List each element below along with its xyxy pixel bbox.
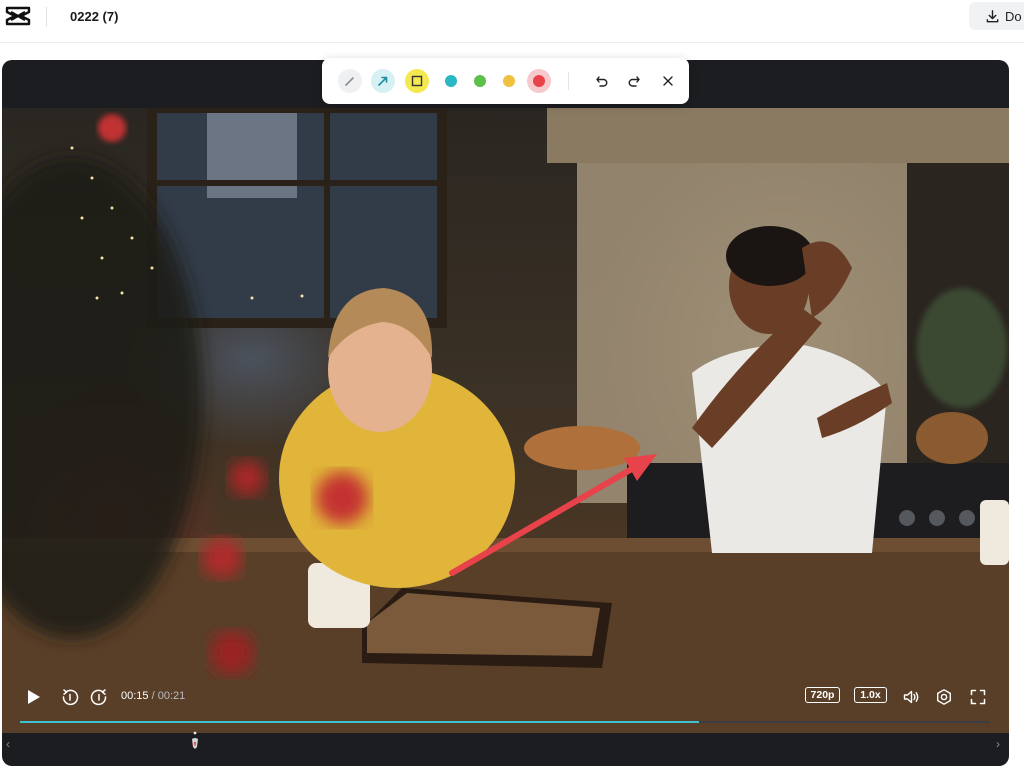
undo-icon <box>596 76 608 87</box>
fullscreen-button[interactable] <box>968 687 988 707</box>
annotation-toolbar <box>322 58 689 104</box>
redo-button[interactable] <box>622 69 646 93</box>
video-player <box>2 60 1009 766</box>
color-swatch-teal[interactable] <box>445 75 457 87</box>
undo-button[interactable] <box>590 69 614 93</box>
rectangle-tool[interactable] <box>405 69 429 93</box>
top-bar: 0222 (7) Do <box>0 0 1024 43</box>
rectangle-icon <box>411 75 423 87</box>
timeline-prev-icon[interactable]: ‹ <box>6 737 10 751</box>
progress-fill <box>20 721 699 723</box>
total-time: 00:21 <box>157 690 186 702</box>
comment-marker-icon[interactable] <box>190 731 200 755</box>
color-swatch-red-selected[interactable] <box>527 69 551 93</box>
settings-button[interactable] <box>934 687 954 707</box>
arrow-icon <box>378 76 388 86</box>
download-button[interactable]: Do <box>969 2 1024 30</box>
fullscreen-icon <box>970 689 986 705</box>
color-swatch-red <box>533 75 545 87</box>
forward-button[interactable] <box>89 687 109 707</box>
timeline-next-icon[interactable]: › <box>996 737 1000 751</box>
rewind-icon <box>62 689 79 706</box>
close-icon <box>663 76 673 86</box>
close-annotation-button[interactable] <box>656 69 680 93</box>
arrow-tool[interactable] <box>371 69 395 93</box>
pen-tool[interactable] <box>338 69 362 93</box>
play-icon <box>28 690 40 704</box>
volume-icon <box>903 690 919 704</box>
time-display: 00:15 / 00:21 <box>121 690 185 702</box>
video-frame[interactable] <box>2 108 1009 733</box>
play-button[interactable] <box>23 687 43 707</box>
current-time: 00:15 <box>121 690 149 702</box>
volume-button[interactable] <box>901 687 921 707</box>
toolbar-divider <box>568 72 569 90</box>
video-scene <box>2 108 1009 733</box>
download-icon <box>986 9 999 22</box>
capcut-logo-icon[interactable] <box>5 6 31 26</box>
quality-button[interactable]: 720p <box>805 687 840 703</box>
redo-icon <box>628 76 640 87</box>
color-swatch-yellow[interactable] <box>503 75 515 87</box>
forward-icon <box>90 689 107 706</box>
progress-bar[interactable] <box>20 721 990 723</box>
divider <box>46 7 47 27</box>
speed-button[interactable]: 1.0x <box>854 687 887 703</box>
download-label: Do <box>1005 8 1022 24</box>
color-swatch-green[interactable] <box>474 75 486 87</box>
project-title: 0222 (7) <box>70 9 119 24</box>
rewind-button[interactable] <box>60 687 80 707</box>
time-separator: / <box>148 690 158 702</box>
settings-icon <box>937 689 951 705</box>
pen-icon <box>345 77 354 86</box>
